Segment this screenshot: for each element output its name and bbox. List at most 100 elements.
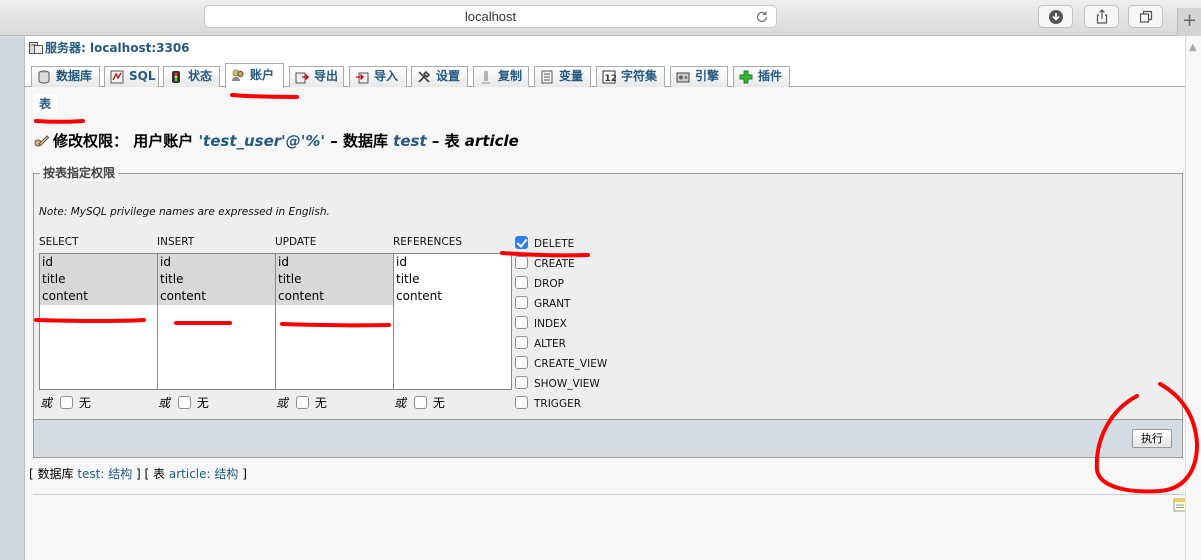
variables-icon (541, 70, 553, 84)
priv-alter[interactable]: ALTER (515, 336, 607, 356)
tabs-overview-button[interactable] (1128, 5, 1163, 28)
update-label: UPDATE (275, 236, 317, 248)
title-user[interactable]: 'test_user'@'%' (198, 132, 325, 150)
tab-variables[interactable]: 变量 (534, 66, 591, 87)
title-db[interactable]: test (393, 132, 426, 150)
select-none-checkbox[interactable] (59, 396, 73, 409)
drop-checkbox[interactable] (515, 276, 528, 289)
list-option[interactable]: content (40, 288, 157, 305)
list-option[interactable]: title (276, 271, 393, 288)
edit-privileges-icon (34, 135, 49, 147)
list-option[interactable]: content (158, 288, 275, 305)
priv-label: ALTER (534, 338, 566, 350)
list-option[interactable]: id (158, 254, 275, 271)
none-label: 无 (196, 396, 209, 410)
priv-grant[interactable]: GRANT (515, 296, 607, 316)
index-checkbox[interactable] (515, 316, 528, 329)
tab-sql[interactable]: SQL (104, 66, 159, 87)
divider (33, 494, 1185, 495)
references-columns-listbox[interactable]: id title content (393, 253, 512, 390)
alter-checkbox[interactable] (515, 336, 528, 349)
tab-databases[interactable]: 数据库 (31, 66, 100, 87)
tab-accounts[interactable]: 账户 (225, 63, 284, 88)
or-label: 或 (40, 396, 53, 410)
table-structure-link[interactable]: article: 结构 (169, 467, 239, 481)
export-icon (295, 72, 309, 84)
accounts-icon (232, 69, 244, 81)
address-bar[interactable]: localhost (204, 5, 777, 28)
list-option[interactable]: content (394, 288, 511, 305)
delete-checkbox[interactable] (515, 236, 528, 249)
references-none-checkbox[interactable] (413, 396, 427, 409)
svg-text:12: 12 (605, 74, 617, 84)
none-label: 无 (432, 396, 445, 410)
subtab-table[interactable]: 表 (33, 94, 57, 114)
priv-delete[interactable]: DELETE (515, 236, 607, 256)
tab-label: 复制 (498, 69, 523, 83)
tab-label: 插件 (758, 69, 783, 83)
sql-icon (110, 70, 124, 84)
trigger-checkbox[interactable] (515, 396, 528, 409)
priv-show-view[interactable]: SHOW_VIEW (515, 376, 607, 396)
settings-icon (418, 70, 431, 83)
go-button[interactable]: 执行 (1132, 429, 1172, 448)
left-frame-edge (0, 36, 25, 560)
share-icon (1096, 9, 1107, 24)
tab-label: 字符集 (621, 69, 658, 83)
list-option[interactable]: content (276, 288, 393, 305)
list-option[interactable]: id (394, 254, 511, 271)
create-view-checkbox[interactable] (515, 356, 528, 369)
none-label: 无 (314, 396, 327, 410)
priv-trigger[interactable]: TRIGGER (515, 396, 607, 416)
or-label: 或 (158, 396, 171, 410)
priv-create-view[interactable]: CREATE_VIEW (515, 356, 607, 376)
scroll-up-icon[interactable]: ▲ (1189, 42, 1197, 53)
tab-status[interactable]: 状态 (163, 66, 220, 87)
tabs-icon (1139, 10, 1152, 23)
select-columns-listbox[interactable]: id title content (39, 253, 158, 390)
tab-plugins[interactable]: 插件 (733, 66, 790, 87)
list-option[interactable]: title (158, 271, 275, 288)
select-none-row: 或 无 (40, 394, 91, 411)
insert-label: INSERT (157, 236, 195, 248)
show-view-checkbox[interactable] (515, 376, 528, 389)
insert-none-checkbox[interactable] (177, 396, 191, 409)
tab-label: 导入 (374, 69, 399, 83)
list-option[interactable]: id (276, 254, 393, 271)
vertical-scrollbar[interactable]: ▲ (1185, 36, 1201, 560)
update-columns-listbox[interactable]: id title content (275, 253, 394, 390)
db-structure-link[interactable]: test: 结构 (77, 467, 132, 481)
priv-create[interactable]: CREATE (515, 256, 607, 276)
tab-engines[interactable]: 引擎 (670, 66, 728, 87)
tab-label: 导出 (314, 69, 339, 83)
priv-label: CREATE_VIEW (534, 358, 608, 370)
share-button[interactable] (1084, 5, 1119, 28)
none-label: 无 (78, 396, 91, 410)
table-privileges-fieldset: 按表指定权限 Note: MySQL privilege names are e… (33, 165, 1183, 420)
grant-checkbox[interactable] (515, 296, 528, 309)
tab-import[interactable]: 导入 (349, 66, 407, 87)
page-title: 修改权限： 用户账户 'test_user'@'%' – 数据库 test – … (33, 130, 519, 151)
list-option[interactable]: title (40, 271, 157, 288)
privilege-checkbox-list: DELETE CREATE DROP GRANT INDEX ALTER CRE… (515, 236, 607, 416)
priv-label: CREATE (534, 258, 575, 270)
new-tab-button[interactable]: + (1177, 8, 1201, 36)
tab-label: 状态 (188, 69, 213, 83)
priv-drop[interactable]: DROP (515, 276, 607, 296)
plugins-icon (739, 70, 753, 84)
create-checkbox[interactable] (515, 256, 528, 269)
tab-settings[interactable]: 设置 (411, 66, 468, 87)
list-option[interactable]: title (394, 271, 511, 288)
downloads-button[interactable] (1038, 5, 1073, 28)
insert-columns-listbox[interactable]: id title content (157, 253, 276, 390)
server-link[interactable]: 服务器: localhost:3306 (29, 39, 190, 56)
list-option[interactable]: id (40, 254, 157, 271)
update-none-checkbox[interactable] (295, 396, 309, 409)
priv-index[interactable]: INDEX (515, 316, 607, 336)
replication-icon (482, 71, 490, 84)
tab-export[interactable]: 导出 (289, 66, 344, 87)
address-text: localhost (464, 9, 517, 24)
tab-replication[interactable]: 复制 (473, 66, 529, 87)
reload-icon[interactable] (754, 9, 770, 25)
tab-charsets[interactable]: 12 字符集 (596, 66, 665, 87)
